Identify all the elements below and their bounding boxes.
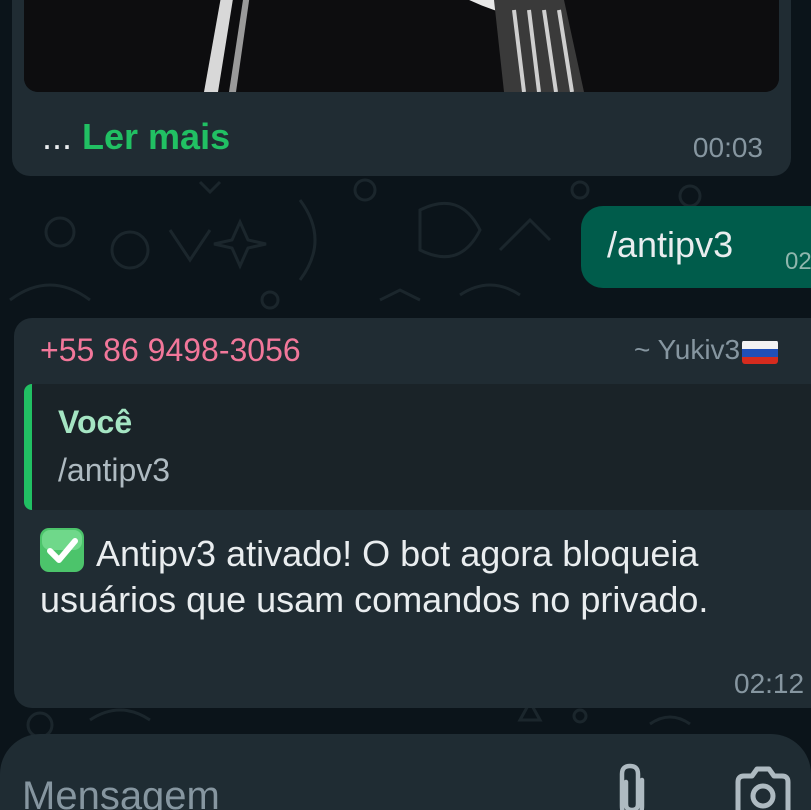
message-bubble-incoming-media[interactable]: ... Ler mais 00:03 (12, 0, 791, 176)
message-text: /antipv3 (607, 224, 734, 265)
sender-pushname: ~ Yukiv3 (634, 334, 779, 366)
message-text: Antipv3 ativado! O bot agora bloqueia us… (40, 533, 709, 620)
message-input[interactable]: Mensagem (22, 774, 220, 810)
read-more-link[interactable]: Ler mais (82, 116, 230, 157)
paperclip-icon[interactable] (612, 762, 652, 810)
quote-accent-bar (24, 384, 32, 510)
image-preview-art (24, 0, 779, 92)
russia-flag-icon (742, 340, 779, 364)
quoted-message[interactable]: Você /antipv3 (24, 384, 811, 510)
message-timestamp: 02:12 (734, 668, 805, 699)
chat-screen: ... Ler mais 00:03 /antipv3 02 +55 86 94… (0, 0, 811, 810)
media-image[interactable] (24, 0, 779, 92)
message-bubble-outgoing[interactable]: /antipv3 02 (581, 206, 811, 288)
quoted-author: Você (58, 404, 133, 440)
message-body: Antipv3 ativado! O bot agora bloqueia us… (40, 528, 811, 623)
caption-truncated: ... Ler mais (42, 116, 230, 158)
sender-phone-number[interactable]: +55 86 9498-3056 (40, 332, 301, 369)
message-timestamp: 02 (785, 248, 811, 275)
message-timestamp: 00:03 (692, 132, 763, 163)
sender-pushname-text: ~ Yukiv3 (634, 334, 741, 365)
caption-ellipsis: ... (42, 116, 83, 157)
message-composer: Mensagem (0, 734, 811, 810)
message-bubble-incoming-reply[interactable]: +55 86 9498-3056 ~ Yukiv3 Você /antipv3 (14, 318, 811, 708)
camera-icon[interactable] (732, 766, 794, 810)
quoted-text: /antipv3 (58, 452, 171, 488)
check-mark-button-icon (40, 528, 84, 572)
